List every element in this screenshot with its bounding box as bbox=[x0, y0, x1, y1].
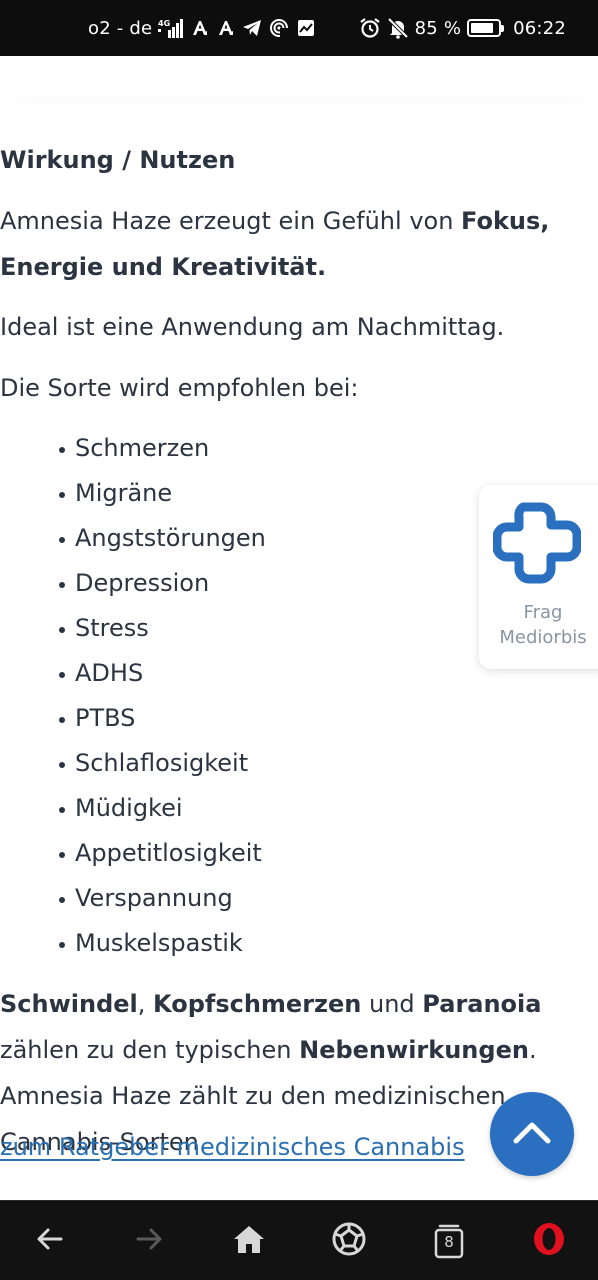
side-effect-bold: Kopfschmerzen bbox=[153, 990, 362, 1018]
a-icon bbox=[190, 18, 210, 38]
network-label: 4G bbox=[158, 19, 170, 28]
status-bar-right: 85 % 06:22 bbox=[359, 0, 566, 56]
speed-dial-icon bbox=[331, 1221, 367, 1261]
opera-menu-icon bbox=[531, 1221, 567, 1261]
article-content: Wirkung / Nutzen Amnesia Haze erzeugt ei… bbox=[0, 56, 598, 1200]
hotspot-icon bbox=[268, 18, 290, 38]
list-item: Müdigkei bbox=[0, 786, 470, 831]
list-item: Muskelspastik bbox=[0, 921, 470, 966]
list-item: ADHS bbox=[0, 651, 470, 696]
speed-dial-button[interactable] bbox=[319, 1201, 379, 1280]
usage-paragraph: Ideal ist eine Anwendung am Nachmittag. bbox=[0, 313, 505, 341]
list-item: Appetitlosigkeit bbox=[0, 831, 470, 876]
side-effect-bold: Paranoia bbox=[422, 990, 542, 1018]
list-item: Verspannung bbox=[0, 876, 470, 921]
side-effect-text: und bbox=[361, 990, 423, 1018]
signal-icon: 4G bbox=[158, 18, 184, 38]
chart-icon bbox=[296, 18, 316, 38]
effect-paragraph: Amnesia Haze erzeugt ein Gefühl von Foku… bbox=[0, 198, 598, 290]
back-icon bbox=[35, 1224, 65, 1258]
telegram-icon bbox=[242, 18, 262, 38]
battery-icon bbox=[467, 19, 505, 37]
side-effect-text: , bbox=[137, 990, 154, 1018]
side-effect-bold: Nebenwirkungen bbox=[299, 1036, 529, 1064]
forward-icon bbox=[134, 1224, 164, 1258]
forward-button[interactable] bbox=[119, 1201, 179, 1280]
status-bar: o2 - de 4G 85 % 06:22 bbox=[0, 0, 598, 56]
bell-muted-icon bbox=[387, 17, 409, 39]
list-item: Stress bbox=[0, 606, 470, 651]
a-icon bbox=[216, 18, 236, 38]
recommendation-intro: Die Sorte wird empfohlen bei: bbox=[0, 374, 359, 402]
browser-bottom-bar: 8 bbox=[0, 1200, 598, 1280]
list-item: Schmerzen bbox=[0, 426, 470, 471]
side-effect-bold: Schwindel bbox=[0, 990, 138, 1018]
widget-label-line2: Mediorbis bbox=[499, 627, 587, 648]
chevron-up-icon bbox=[512, 1119, 552, 1149]
tabs-button[interactable]: 8 bbox=[419, 1201, 479, 1280]
section-heading: Wirkung / Nutzen bbox=[0, 146, 236, 174]
opera-menu-button[interactable] bbox=[519, 1201, 579, 1280]
tabs-icon: 8 bbox=[434, 1223, 464, 1259]
list-item: Migräne bbox=[0, 471, 470, 516]
widget-label-line1: Frag bbox=[523, 602, 563, 623]
frag-mediorbis-widget[interactable]: Frag Mediorbis bbox=[479, 485, 598, 669]
battery-percent: 85 % bbox=[414, 17, 462, 39]
cannabis-guide-link[interactable]: zum Ratgeber medizinisches Cannabis bbox=[0, 1133, 465, 1161]
list-item: Depression bbox=[0, 561, 470, 606]
side-effect-text: zählen zu den typischen bbox=[0, 1036, 300, 1064]
alarm-icon bbox=[359, 17, 381, 39]
symptom-list: Schmerzen Migräne Angststörungen Depress… bbox=[0, 426, 470, 966]
carrier-label: o2 - de bbox=[88, 17, 153, 39]
status-bar-left: o2 - de 4G bbox=[88, 0, 316, 56]
mediorbis-logo-icon bbox=[492, 499, 582, 591]
tab-count: 8 bbox=[444, 1233, 454, 1251]
back-button[interactable] bbox=[20, 1201, 80, 1280]
effect-text: Amnesia Haze erzeugt ein Gefühl von bbox=[0, 207, 462, 235]
clock: 06:22 bbox=[513, 17, 566, 39]
scroll-to-top-button[interactable] bbox=[490, 1092, 574, 1176]
home-icon bbox=[233, 1224, 265, 1258]
list-item: Schlaflosigkeit bbox=[0, 741, 470, 786]
list-item: Angststörungen bbox=[0, 516, 470, 561]
header-shadow bbox=[0, 56, 598, 96]
list-item: PTBS bbox=[0, 696, 470, 741]
home-button[interactable] bbox=[219, 1201, 279, 1280]
